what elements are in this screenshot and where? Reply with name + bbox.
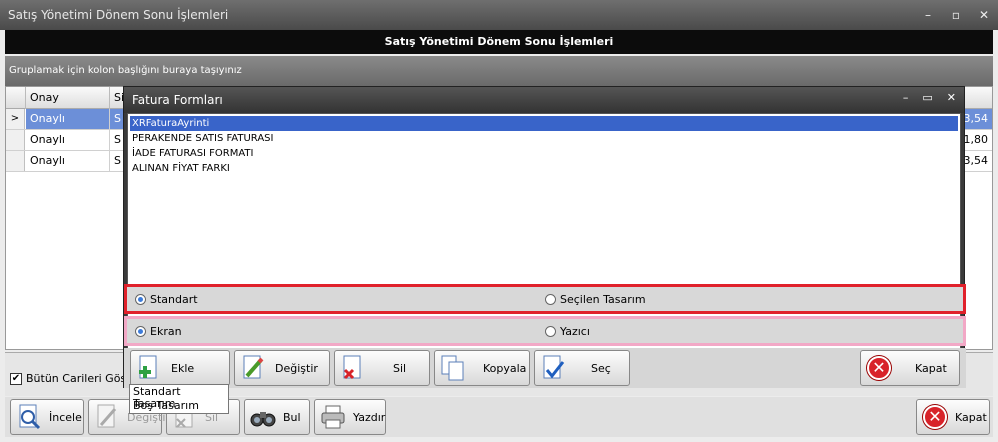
pencil-icon bbox=[239, 354, 267, 382]
page-title: Satış Yönetimi Dönem Sonu İşlemleri bbox=[5, 30, 993, 54]
radio-selected-design-label: Seçilen Tasarım bbox=[560, 293, 646, 306]
list-item[interactable]: ALINAN FİYAT FARKI bbox=[130, 161, 958, 176]
dialog-titlebar: Fatura Formları – ▭ ✕ bbox=[124, 87, 964, 113]
radio-printer-dot[interactable] bbox=[545, 326, 556, 337]
dialog-edit-button[interactable]: Değiştir bbox=[234, 350, 330, 386]
dialog-close-action-button[interactable]: ✕ Kapat bbox=[860, 350, 960, 386]
add-dropdown-menu: Standart Tasarım Boş Tasarım bbox=[129, 384, 229, 414]
print-button[interactable]: Yazdır bbox=[314, 399, 386, 435]
delete-document-icon bbox=[339, 354, 367, 382]
design-radio-group: Standart Seçilen Tasarım bbox=[124, 284, 966, 314]
invoice-forms-dialog: Fatura Formları – ▭ ✕ XRFaturaAyrinti PE… bbox=[123, 86, 966, 388]
print-label: Yazdır bbox=[353, 410, 386, 424]
menu-item-standard-design[interactable]: Standart Tasarım bbox=[130, 385, 228, 410]
dialog-edit-label: Değiştir bbox=[275, 361, 318, 375]
group-by-panel[interactable]: Gruplamak için kolon başlığını buraya ta… bbox=[5, 56, 993, 86]
radio-standard-dot[interactable] bbox=[135, 294, 146, 305]
dialog-delete-label: Sil bbox=[393, 361, 407, 375]
show-all-accounts-checkbox-row[interactable]: ✔ Bütün Carileri Göst bbox=[10, 372, 130, 385]
cell-onay[interactable]: Onaylı bbox=[26, 109, 110, 129]
close-red-icon: ✕ bbox=[921, 403, 949, 431]
select-button[interactable]: Seç bbox=[534, 350, 630, 386]
magnifier-document-icon bbox=[15, 403, 43, 431]
window-title: Satış Yönetimi Dönem Sonu İşlemleri bbox=[8, 8, 229, 22]
add-label: Ekle bbox=[171, 361, 195, 375]
find-button[interactable]: Bul bbox=[244, 399, 310, 435]
show-all-accounts-label: Bütün Carileri Göst bbox=[26, 372, 131, 385]
dialog-maximize-button[interactable]: ▭ bbox=[922, 91, 932, 104]
radio-printer-label: Yazıcı bbox=[560, 325, 590, 338]
list-item[interactable]: PERAKENDE SATIS FATURASI bbox=[130, 131, 958, 146]
main-window-titlebar: Satış Yönetimi Dönem Sonu İşlemleri – ▫ … bbox=[0, 0, 998, 30]
radio-screen-dot[interactable] bbox=[135, 326, 146, 337]
row-indicator: > bbox=[6, 109, 25, 129]
select-label: Seç bbox=[591, 361, 611, 375]
grid-header-indicator bbox=[6, 87, 26, 109]
main-close-button[interactable]: ✕ Kapat bbox=[916, 399, 990, 435]
main-close-label: Kapat bbox=[955, 410, 987, 424]
show-all-accounts-checkbox[interactable]: ✔ bbox=[10, 372, 22, 385]
radio-printer[interactable]: Yazıcı bbox=[545, 325, 590, 338]
column-header-onay[interactable]: Onay bbox=[26, 87, 110, 109]
radio-selected-design-dot[interactable] bbox=[545, 294, 556, 305]
output-radio-group: Ekran Yazıcı bbox=[124, 316, 966, 346]
copy-button[interactable]: Kopyala bbox=[434, 350, 530, 386]
cell-value[interactable]: 3,54 bbox=[964, 151, 989, 171]
add-document-icon bbox=[135, 354, 163, 382]
dialog-delete-button[interactable]: Sil bbox=[334, 350, 430, 386]
radio-selected-design[interactable]: Seçilen Tasarım bbox=[545, 293, 646, 306]
cell-value[interactable]: 3,54 bbox=[964, 109, 989, 129]
list-item[interactable]: İADE FATURASI FORMATI bbox=[130, 146, 958, 161]
row-indicator bbox=[6, 130, 25, 150]
row-indicator bbox=[6, 151, 25, 171]
cell-onay[interactable]: Onaylı bbox=[26, 130, 110, 150]
minimize-button[interactable]: – bbox=[920, 8, 936, 22]
group-by-hint: Gruplamak için kolon başlığını buraya ta… bbox=[9, 65, 242, 76]
cell-onay[interactable]: Onaylı bbox=[26, 151, 110, 171]
dialog-minimize-button[interactable]: – bbox=[903, 91, 909, 104]
copy-documents-icon bbox=[439, 354, 467, 382]
radio-standard[interactable]: Standart bbox=[135, 293, 198, 306]
menu-item-blank-design[interactable]: Boş Tasarım bbox=[130, 399, 228, 413]
copy-label: Kopyala bbox=[483, 361, 527, 375]
radio-standard-label: Standart bbox=[150, 293, 198, 306]
printer-icon bbox=[319, 403, 347, 431]
dialog-title: Fatura Formları bbox=[132, 93, 223, 107]
dialog-close-button[interactable]: ✕ bbox=[947, 91, 956, 104]
radio-screen-label: Ekran bbox=[150, 325, 182, 338]
checkmark-document-icon bbox=[539, 354, 567, 382]
inspect-button[interactable]: İncele bbox=[10, 399, 84, 435]
list-item[interactable]: XRFaturaAyrinti bbox=[130, 116, 958, 131]
close-button[interactable]: ✕ bbox=[976, 8, 992, 22]
inspect-label: İncele bbox=[49, 410, 82, 424]
radio-screen[interactable]: Ekran bbox=[135, 325, 182, 338]
find-label: Bul bbox=[283, 410, 301, 424]
add-button[interactable]: Ekle bbox=[130, 350, 230, 386]
dialog-close-label: Kapat bbox=[915, 361, 947, 375]
binoculars-icon bbox=[249, 403, 277, 431]
close-red-icon: ✕ bbox=[865, 354, 893, 382]
maximize-button[interactable]: ▫ bbox=[948, 8, 964, 22]
pencil-icon bbox=[93, 403, 121, 431]
